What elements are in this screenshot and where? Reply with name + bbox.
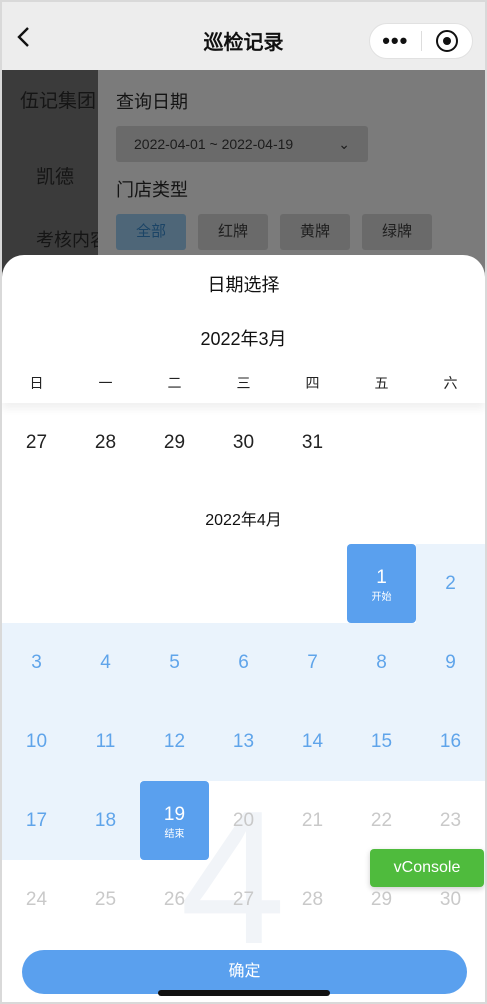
day-cell-disabled: 21 bbox=[301, 810, 324, 831]
day-cell[interactable]: 31 bbox=[278, 403, 347, 482]
weekday-sat: 六 bbox=[443, 375, 458, 391]
query-date-label: 查询日期 bbox=[116, 92, 188, 112]
weekday-fri: 五 bbox=[374, 375, 389, 391]
target-icon[interactable] bbox=[422, 30, 473, 52]
nav-bar: 巡检记录 ••• bbox=[2, 2, 485, 70]
day-cell-disabled: 27 bbox=[232, 889, 255, 910]
empty-cell bbox=[2, 544, 71, 623]
weekday-header: 日 一 二 三 四 五 六 bbox=[2, 363, 485, 403]
day-cell[interactable]: 27 bbox=[2, 403, 71, 482]
calendar-row: 3 4 5 6 7 8 9 bbox=[2, 623, 485, 702]
empty-cell bbox=[71, 544, 140, 623]
day-cell-start[interactable]: 1 开始 bbox=[347, 544, 416, 623]
date-range-select[interactable]: 2022-04-01 ~ 2022-04-19 ⌄ bbox=[116, 126, 368, 162]
weekday-tue: 二 bbox=[167, 375, 182, 391]
store-type-yellow[interactable]: 黄牌 bbox=[280, 214, 350, 250]
day-cell[interactable]: 2 bbox=[416, 544, 485, 623]
day-cell[interactable]: 7 bbox=[278, 623, 347, 702]
weekday-thu: 四 bbox=[305, 375, 320, 391]
end-label: 结束 bbox=[164, 829, 185, 840]
weekday-wed: 三 bbox=[236, 375, 251, 391]
day-cell[interactable]: 28 bbox=[71, 403, 140, 482]
day-cell[interactable]: 16 bbox=[416, 702, 485, 781]
empty-cell bbox=[278, 544, 347, 623]
sidebar-item-store[interactable]: 凯德 bbox=[36, 162, 98, 189]
confirm-button[interactable]: 确定 bbox=[22, 950, 467, 994]
chevron-down-icon: ⌄ bbox=[338, 136, 350, 152]
picker-title: 日期选择 bbox=[207, 275, 280, 295]
store-type-all[interactable]: 全部 bbox=[116, 214, 186, 250]
day-cell-disabled: 25 bbox=[94, 889, 117, 910]
calendar-row: 1 开始 2 bbox=[2, 544, 485, 623]
sidebar-item-content[interactable]: 考核内容 bbox=[36, 226, 98, 252]
phone-frame: 伍记集团 凯德 考核内容 查询日期 2022-04-01 ~ 2022-04-1… bbox=[0, 0, 487, 1004]
day-cell[interactable]: 17 bbox=[2, 781, 71, 860]
day-cell[interactable]: 8 bbox=[347, 623, 416, 702]
more-dots-icon[interactable]: ••• bbox=[370, 26, 421, 56]
day-cell-disabled: 30 bbox=[439, 889, 462, 910]
day-cell[interactable]: 13 bbox=[209, 702, 278, 781]
day-cell[interactable]: 15 bbox=[347, 702, 416, 781]
day-cell[interactable]: 18 bbox=[71, 781, 140, 860]
month-header-march: 2022年3月 bbox=[200, 329, 287, 349]
sidebar-item-group[interactable]: 伍记集团 bbox=[20, 86, 100, 113]
store-type-label: 门店类型 bbox=[116, 180, 188, 200]
start-label: 开始 bbox=[371, 592, 392, 603]
day-cell-disabled: 23 bbox=[439, 810, 462, 831]
day-cell[interactable]: 9 bbox=[416, 623, 485, 702]
day-cell[interactable]: 3 bbox=[2, 623, 71, 702]
calendar-row: 17 18 19 结束 20 21 22 23 bbox=[2, 781, 485, 860]
store-type-red[interactable]: 红牌 bbox=[198, 214, 268, 250]
mini-program-capsule: ••• bbox=[369, 23, 473, 59]
calendar-row: 24 25 26 27 28 29 30 bbox=[2, 860, 485, 939]
day-cell-disabled: 22 bbox=[370, 810, 393, 831]
day-number: 19 bbox=[163, 804, 186, 825]
calendar-row: 10 11 12 13 14 15 16 bbox=[2, 702, 485, 781]
date-range-value: 2022-04-01 ~ 2022-04-19 bbox=[134, 136, 294, 152]
day-cell[interactable]: 11 bbox=[71, 702, 140, 781]
empty-cell bbox=[140, 544, 209, 623]
day-cell[interactable]: 30 bbox=[209, 403, 278, 482]
day-cell-disabled: 20 bbox=[232, 810, 255, 831]
day-cell[interactable]: 10 bbox=[2, 702, 71, 781]
day-cell-end[interactable]: 19 结束 bbox=[140, 781, 209, 860]
month-header-april: 2022年4月 bbox=[205, 512, 282, 529]
store-type-green[interactable]: 绿牌 bbox=[362, 214, 432, 250]
day-cell[interactable]: 12 bbox=[140, 702, 209, 781]
day-cell-disabled: 24 bbox=[25, 889, 48, 910]
weekday-mon: 一 bbox=[98, 375, 113, 391]
date-picker-sheet: 日期选择 2022年3月 日 一 二 三 四 五 六 4 27 28 29 30… bbox=[2, 255, 485, 1002]
day-cell[interactable]: 14 bbox=[278, 702, 347, 781]
day-cell[interactable]: 5 bbox=[140, 623, 209, 702]
empty-cell bbox=[416, 403, 485, 482]
empty-cell bbox=[209, 544, 278, 623]
weekday-sun: 日 bbox=[29, 375, 44, 391]
day-cell[interactable]: 29 bbox=[140, 403, 209, 482]
day-cell[interactable]: 4 bbox=[71, 623, 140, 702]
day-cell-disabled: 26 bbox=[163, 889, 186, 910]
calendar-row-march: 27 28 29 30 31 bbox=[2, 403, 485, 482]
day-cell[interactable]: 6 bbox=[209, 623, 278, 702]
day-cell-disabled: 28 bbox=[301, 889, 324, 910]
store-type-options: 全部 红牌 黄牌 绿牌 bbox=[116, 214, 432, 250]
empty-cell bbox=[347, 403, 416, 482]
day-number: 1 bbox=[376, 567, 387, 588]
calendar-scroll[interactable]: 4 27 28 29 30 31 2022年4月 1 开始 2 3 4 5 6 … bbox=[2, 403, 485, 943]
home-indicator bbox=[158, 990, 330, 996]
day-cell-disabled: 29 bbox=[370, 889, 393, 910]
